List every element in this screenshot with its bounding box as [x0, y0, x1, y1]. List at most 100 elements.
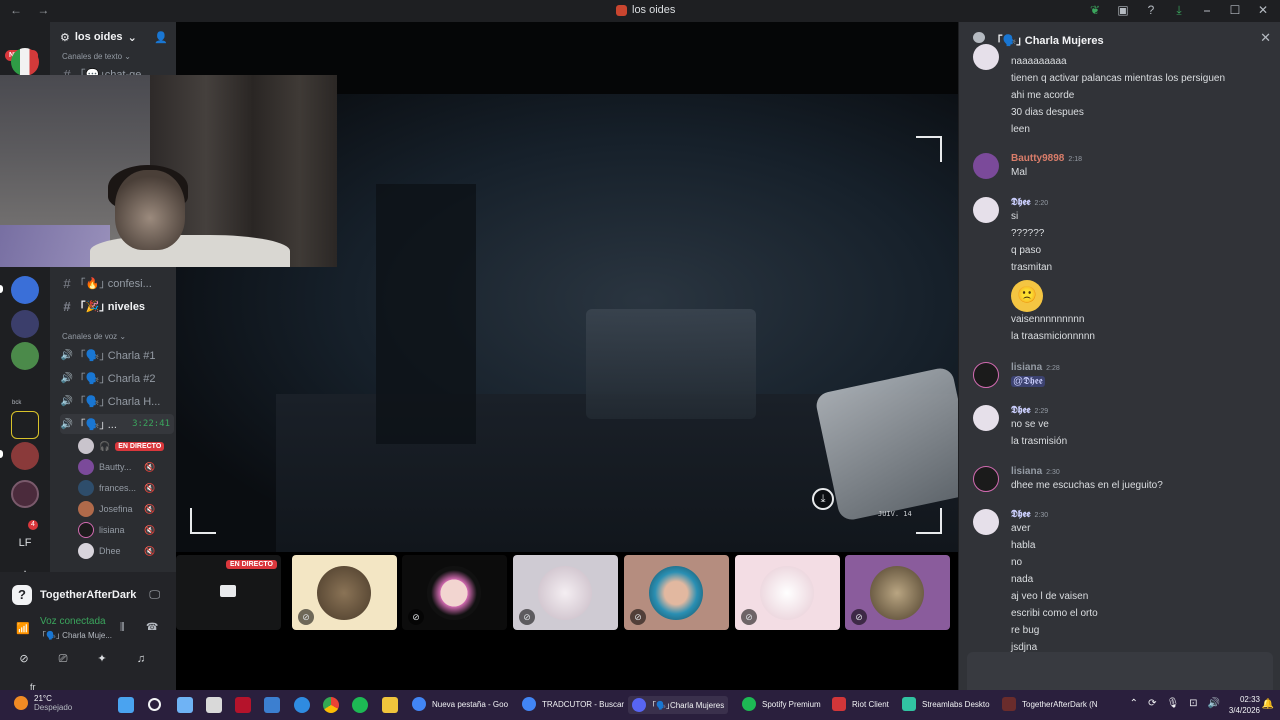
activities-icon[interactable]: ✦ — [88, 648, 116, 670]
avatar[interactable] — [973, 197, 999, 223]
taskbar-app-label: Spotify Premium — [762, 699, 821, 709]
voice-user[interactable]: Josefina 🔇 — [78, 499, 174, 519]
channel-confesiones[interactable]: # ｢🔥｣ confesi... — [60, 273, 174, 293]
participant-tile[interactable]: ⊘ — [402, 555, 507, 630]
message-author[interactable]: lisiana 2:30 — [1011, 466, 1060, 477]
signal-icon[interactable]: 📶 — [16, 622, 30, 635]
voice-channel-charla-2[interactable]: 🔊 ｢🗣️｣ Charla #2 — [60, 368, 174, 388]
category-label: Canales de texto — [62, 52, 123, 61]
task-view-icon[interactable] — [206, 697, 222, 713]
voice-user[interactable]: frances... 🔇 — [78, 478, 174, 498]
sync-icon[interactable]: ⟳ — [1148, 698, 1156, 709]
unread-pill — [0, 450, 3, 458]
server-icon-netflix[interactable] — [11, 411, 39, 439]
server-icon-folder[interactable] — [11, 442, 39, 470]
taskbar-app-streamlabs[interactable]: Streamlabs Deskto — [902, 697, 990, 711]
voice-status[interactable]: Voz conectada — [40, 616, 106, 627]
chevron-up-icon[interactable]: ⌃ — [1130, 698, 1138, 709]
chat-input[interactable] — [967, 652, 1273, 690]
server-header[interactable]: ⚙ los oides ⌄ 👤 — [50, 22, 176, 52]
server-icon-flag[interactable] — [11, 48, 39, 76]
minimize-button[interactable]: ⎯ — [1200, 3, 1214, 18]
avatar[interactable] — [973, 509, 999, 535]
nav-arrows[interactable]: ← → — [10, 3, 55, 17]
volume-icon[interactable]: 🔊 — [1208, 698, 1220, 709]
inbox-icon[interactable]: ▣ — [1116, 3, 1130, 18]
avatar[interactable] — [973, 362, 999, 388]
participant-tile-stream[interactable]: EN DIRECTO — [176, 555, 281, 630]
taskbar-app-chrome-newtab[interactable]: Nueva pestaña - Goo — [412, 697, 508, 711]
participant-tile[interactable]: ⊘ — [624, 555, 729, 630]
voice-user[interactable]: lisiana 🔇 — [78, 520, 174, 540]
avatar[interactable] — [973, 466, 999, 492]
download-icon[interactable]: ⤓ — [1172, 3, 1186, 18]
channel-label: ｢🗣️｣ Charla #1 — [80, 350, 156, 362]
help-icon[interactable]: ? — [1144, 3, 1158, 18]
voice-channel-charla-1[interactable]: 🔊 ｢🗣️｣ Charla #1 — [60, 345, 174, 365]
participant-tile[interactable]: ⊘ — [735, 555, 840, 630]
riot-icon — [832, 697, 846, 711]
avatar[interactable] — [973, 153, 999, 179]
windows-start-icon[interactable] — [118, 697, 134, 713]
share-screen-icon[interactable]: ⎚ — [49, 648, 77, 670]
message-author[interactable]: 𝕯𝖍𝖊𝖊 2:29 — [1011, 405, 1048, 416]
avatar[interactable] — [973, 405, 999, 431]
close-icon[interactable]: ✕ — [1260, 30, 1271, 46]
taskbar-app-discord[interactable]: ｢🗣️｣Charla Mujeres — [628, 696, 729, 714]
notification-bell-icon[interactable]: 🔔 — [1262, 699, 1274, 710]
taskbar-app-spotify[interactable]: Spotify Premium — [742, 697, 821, 711]
edge-icon[interactable] — [294, 697, 310, 713]
taskbar-app-label: Streamlabs Deskto — [922, 699, 990, 709]
search-icon[interactable] — [148, 698, 161, 711]
app-red-icon[interactable] — [235, 697, 251, 713]
network-icon[interactable]: ⊡ — [1189, 698, 1197, 709]
message-time: 2:20 — [1034, 200, 1049, 207]
voice-user[interactable]: Dhee 🔇 — [78, 541, 174, 561]
voice-user[interactable]: 🎧 EN DIRECTO — [78, 436, 174, 456]
disconnect-icon[interactable]: ☎ — [146, 622, 158, 633]
category-voice[interactable]: Canales de voz ⌄ — [62, 332, 126, 341]
server-icon-person[interactable] — [11, 342, 39, 370]
photos-icon[interactable] — [264, 697, 280, 713]
widgets-icon[interactable] — [177, 697, 193, 713]
activity-row[interactable]: ? TogetherAfterDark 🖵 — [12, 580, 172, 610]
voice-channel-active[interactable]: 🔊 ｢🗣️｣ ... 3:22:41 — [60, 414, 174, 434]
soundboard-icon[interactable]: ♫ — [127, 648, 155, 670]
server-icon-badge[interactable] — [11, 480, 39, 508]
chrome-icon[interactable] — [323, 697, 339, 713]
message-author[interactable]: lisiana 2:28 — [1011, 362, 1060, 373]
download-arrow-icon[interactable]: ⤓ — [812, 488, 834, 510]
server-icon-lf[interactable]: LF — [11, 537, 39, 557]
weather-widget[interactable]: 21°C Despejado — [14, 694, 72, 712]
invite-icon[interactable]: 👤 — [154, 31, 168, 44]
message-author[interactable]: 𝕯𝖍𝖊𝖊 2:30 — [1011, 509, 1048, 520]
server-icon-figure[interactable] — [11, 310, 39, 338]
message-time: 2:18 — [1068, 156, 1082, 163]
camera-off-icon[interactable]: ⊘ — [10, 648, 38, 670]
avatar[interactable] — [973, 44, 999, 70]
participant-tile[interactable]: ⊘ — [845, 555, 950, 630]
user-mention[interactable]: @𝕯𝖍𝖊𝖊 — [1011, 376, 1045, 387]
server-icon-blue[interactable] — [11, 276, 39, 304]
message-line: re bug — [1011, 625, 1040, 636]
noise-suppression-icon[interactable]: ⫼ — [120, 622, 125, 633]
taskbar-app-game[interactable]: TogetherAfterDark (N — [1002, 697, 1098, 711]
spotify-icon[interactable] — [352, 697, 368, 713]
taskbar-app-riot[interactable]: Riot Client — [832, 697, 889, 711]
voice-user[interactable]: Bautty... 🔇 — [78, 457, 174, 477]
participant-tile[interactable]: ⊘ — [513, 555, 618, 630]
participant-tile[interactable]: ⊘ — [292, 555, 397, 630]
channel-niveles[interactable]: # ｢🎉｣ niveles — [60, 296, 174, 316]
maximize-button[interactable]: ☐ — [1228, 3, 1242, 18]
voice-channel-charla-h[interactable]: 🔊 ｢🗣️｣ Charla H... — [60, 391, 174, 411]
file-explorer-icon[interactable] — [382, 697, 398, 713]
message-author[interactable]: Bautty9898 2:18 — [1011, 153, 1082, 164]
clock[interactable]: 02:33 3/4/2026 — [1229, 694, 1260, 716]
close-button[interactable]: ✕ — [1256, 3, 1270, 18]
microphone-icon[interactable]: 🎙 — [1166, 698, 1179, 709]
category-text[interactable]: Canales de texto ⌄ — [62, 52, 131, 61]
taskbar-app-chrome-tradcutor[interactable]: TRADCUTOR - Buscar — [522, 697, 624, 711]
message-author[interactable]: 𝕯𝖍𝖊𝖊 2:20 — [1011, 197, 1048, 208]
nitro-leaf-icon[interactable]: ❦ — [1088, 3, 1102, 18]
screen-share-icon[interactable]: 🖵 — [149, 589, 160, 602]
